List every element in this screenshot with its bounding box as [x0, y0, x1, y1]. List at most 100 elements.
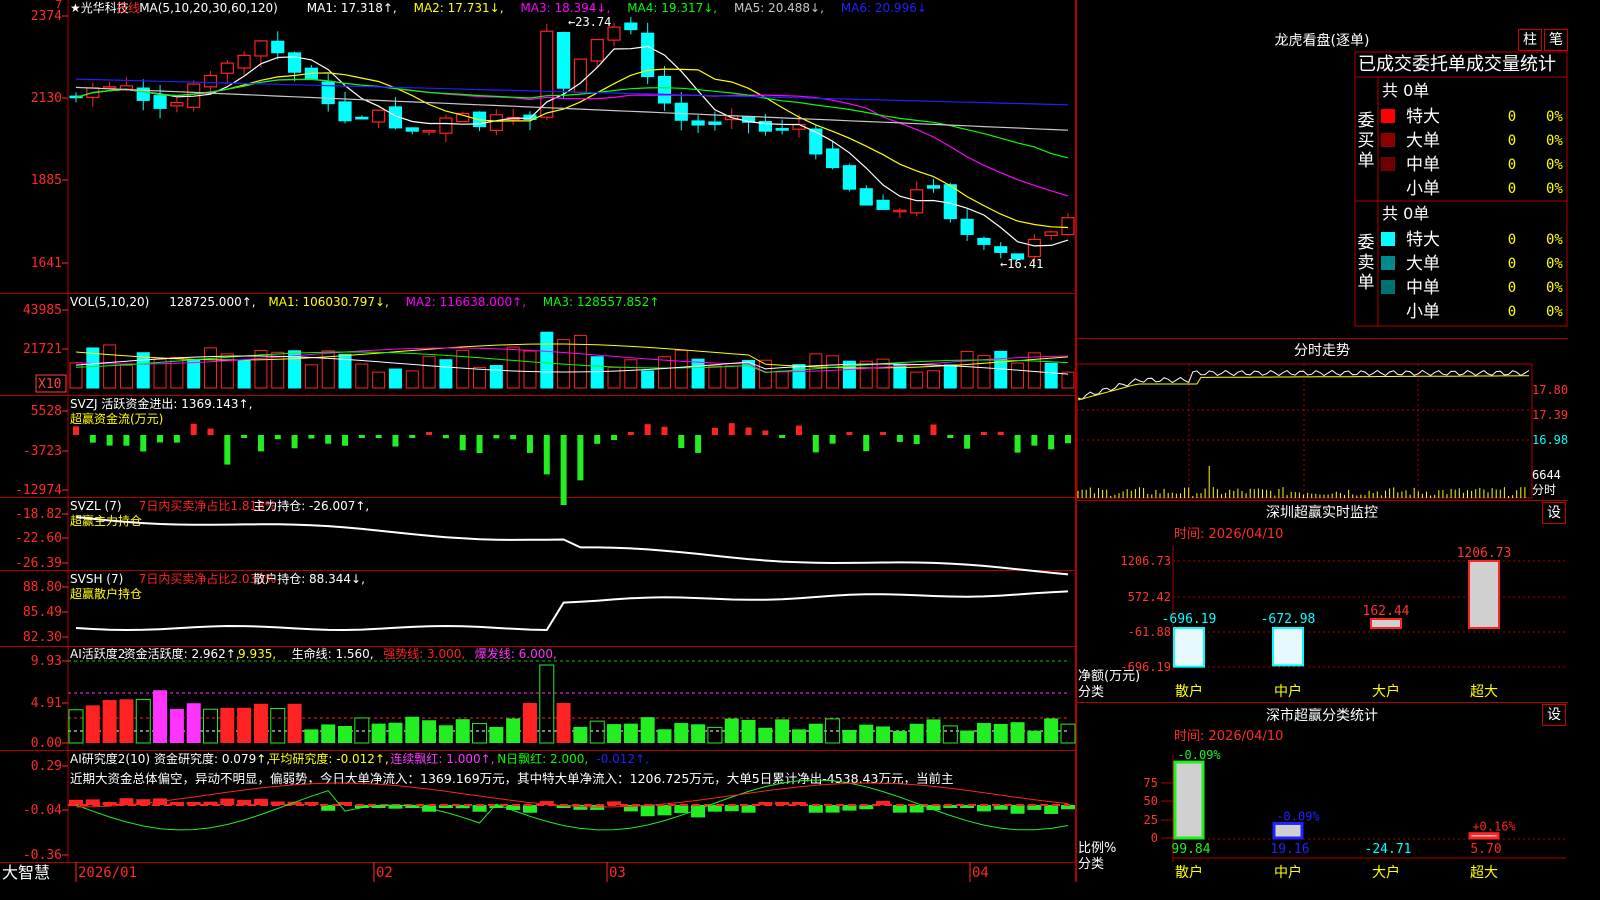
legend-item: MA6: 20.996↓	[841, 1, 927, 15]
classify-bottom-label: -24.71	[1365, 842, 1412, 857]
svzj-bar	[459, 435, 466, 451]
volume-bar	[220, 353, 234, 389]
dragon-row-pct: 0%	[1546, 280, 1563, 296]
ai-activity-bar	[220, 707, 235, 743]
volume-bar	[187, 359, 201, 389]
right-side-panels: 龙虎看盘(逐单) 已成交委托单成交量统计委买单委卖单共 0单 特大 0 0% 大单 0 0% 中…	[1076, 0, 1568, 882]
classify-xlabel: 分类	[1078, 857, 1104, 872]
dragon-row-name: 特大	[1406, 230, 1440, 250]
monitor-ylabel: 净额(万元)	[1078, 669, 1140, 684]
volume-bar	[943, 364, 957, 389]
legend-item: 日线	[116, 1, 140, 15]
ai-activity-bar	[993, 723, 1008, 743]
volume-bar	[842, 360, 856, 389]
vol-tick: 43985	[23, 303, 62, 318]
volume-bar	[624, 359, 638, 389]
ai2-tick: -0.36	[23, 848, 62, 863]
volume-bar	[237, 359, 251, 389]
ai-activity-bar	[304, 729, 319, 743]
ai-activity-bar	[960, 730, 975, 743]
legend-item: SVSH (7)	[70, 572, 123, 586]
svzj-bar	[89, 435, 96, 443]
svzj-bar	[930, 424, 937, 435]
ai-activity-bar	[153, 690, 168, 743]
legend-item: 128725.000↑,	[169, 295, 255, 309]
dragon-title: 龙虎看盘(逐单)	[1275, 32, 1370, 49]
x-axis-label: 02	[376, 865, 393, 881]
ai1-tick: 9.93	[31, 654, 62, 669]
ai-activity-bar	[253, 703, 268, 743]
volume-bar	[204, 347, 218, 389]
classify-category: 中户	[1274, 864, 1302, 881]
volume-bar	[674, 349, 688, 389]
classify-bottom-label: 99.84	[1171, 842, 1210, 857]
volume-bar	[792, 364, 806, 389]
volume-bar	[523, 350, 537, 389]
dragon-total: 共 0单	[1382, 204, 1429, 223]
svzj-bar	[157, 435, 164, 443]
svzj-tick: 5528	[31, 404, 62, 419]
ai-research-bar	[657, 805, 672, 816]
monitor-settings-button[interactable]: 设	[1542, 502, 1566, 524]
ai-activity-bar	[455, 719, 470, 743]
ai-activity-bar	[640, 717, 655, 743]
vol-unit: X10	[38, 377, 61, 392]
candle	[657, 75, 672, 104]
ai-activity-bar	[287, 703, 302, 743]
volume-bar	[926, 370, 940, 389]
ai1-tick: 4.91	[31, 696, 62, 711]
main-tick: 2374	[31, 9, 62, 24]
svzj-bar	[106, 435, 113, 446]
classify-settings-button[interactable]: 设	[1542, 704, 1566, 726]
legend-item: SVZL (7)	[70, 499, 122, 513]
ai-activity-bar	[338, 726, 353, 743]
ai-activity-bar	[422, 720, 437, 743]
ai-activity-bar	[522, 703, 537, 743]
ai-activity-bar	[724, 718, 739, 743]
classify-title: 深市超赢分类统计	[1266, 707, 1378, 724]
monitor-bar	[1272, 627, 1304, 667]
legend-item: 资金活跃度: 2.962↑,	[124, 646, 240, 661]
ai-activity-bar	[169, 709, 184, 743]
volume-bar	[506, 346, 520, 389]
candle	[1027, 238, 1041, 258]
candle	[607, 26, 621, 41]
svzj-bar	[644, 424, 651, 435]
classify-tick: 25	[1144, 813, 1158, 827]
candle	[1044, 231, 1058, 237]
kline-svg[interactable]: ←23.74←16.41★光华科技日线 MA(5,10,20,30,60,120)…	[0, 0, 1076, 882]
x-axis-label: 03	[609, 865, 626, 881]
dragon-row-name: 大单	[1406, 254, 1440, 274]
svzj-bar	[510, 435, 517, 440]
ai-research-bar	[707, 805, 722, 812]
tick-mode-button[interactable]: 笔	[1544, 29, 1568, 51]
classify-bottom-label: 19.16	[1270, 842, 1309, 857]
ai-activity-bar	[119, 699, 134, 743]
svzj-bar	[980, 432, 987, 435]
candle	[893, 209, 907, 213]
candle	[708, 121, 722, 125]
dragon-swatch	[1381, 157, 1395, 171]
monitor-tick: 1206.73	[1120, 554, 1171, 568]
volume-bar	[1061, 371, 1075, 389]
ai1-tick: 0.00	[31, 736, 62, 751]
svzj-bar	[257, 435, 264, 452]
svzj-bar	[829, 435, 836, 444]
legend-item: 爆发线: 6.000,	[475, 646, 557, 661]
dragon-row-count: 0	[1508, 109, 1516, 125]
candle	[775, 128, 789, 131]
svzj-bar	[577, 435, 584, 481]
dragon-row-name: 中单	[1406, 155, 1440, 175]
candle	[287, 52, 302, 73]
dragon-row-count: 0	[1508, 256, 1516, 272]
ai-activity-bar	[556, 703, 571, 743]
sell-label-char: 委	[1358, 233, 1375, 253]
column-mode-button[interactable]: 柱	[1518, 29, 1542, 51]
candle	[674, 102, 688, 121]
volume-bar	[960, 350, 974, 389]
kline-chart-area[interactable]: ←23.74 ←16.41 ★光华科技 日线 MA(5,10,20,30,60,120)…	[0, 0, 1076, 882]
ai-research-bar	[674, 805, 689, 813]
ai-activity-bar	[623, 723, 638, 743]
main-tick: 1885	[31, 173, 62, 188]
candle	[809, 128, 823, 155]
